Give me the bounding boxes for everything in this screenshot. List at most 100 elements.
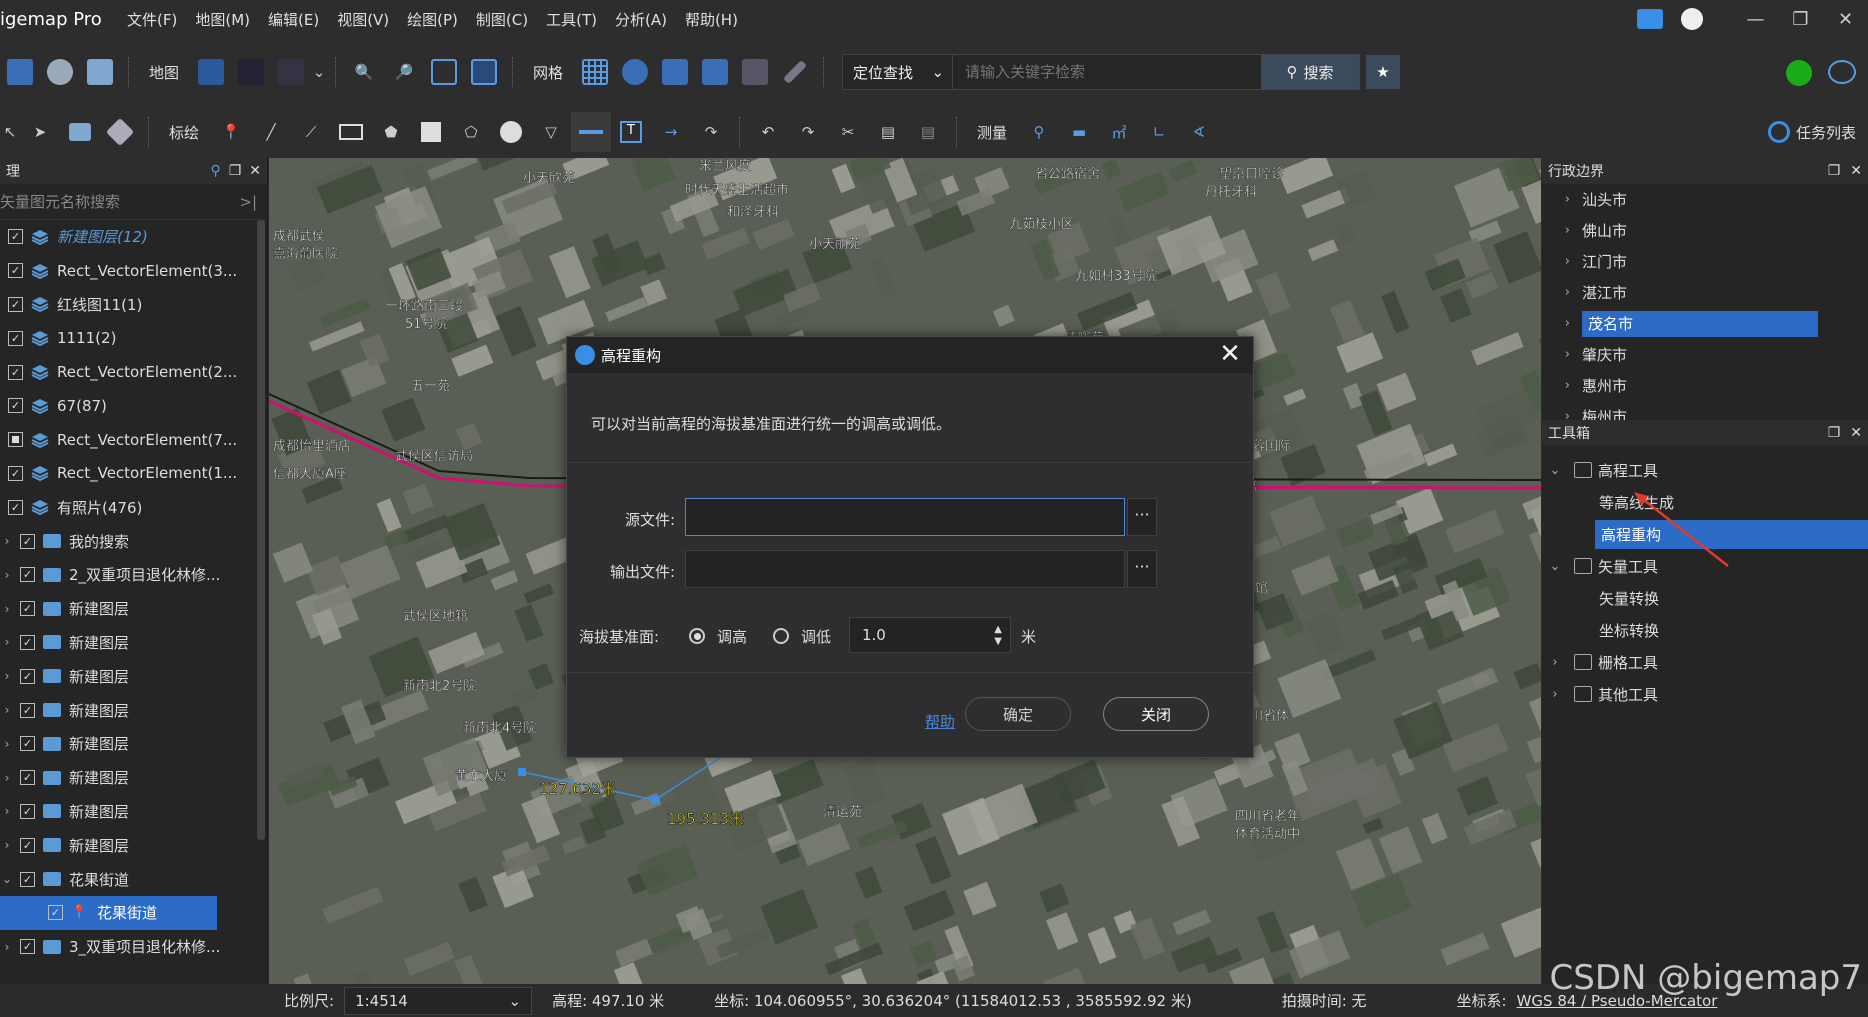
map-poi-label[interactable]: 新南北2号院 — [403, 678, 477, 694]
measure-distance-icon[interactable]: ▬ — [1059, 112, 1099, 152]
chevron-right-icon[interactable]: › — [1542, 655, 1568, 670]
chevron-right-icon[interactable]: › — [0, 534, 14, 548]
layer-tree-row[interactable]: › ✓ 新建图层 — [0, 795, 267, 829]
layer-checkbox[interactable]: ✓ — [20, 601, 35, 617]
layer-checkbox[interactable]: ✓ — [8, 330, 23, 346]
layer-tree-row[interactable]: ✓ 新建图层(12) — [0, 220, 267, 254]
cut-icon[interactable]: ✂ — [828, 112, 868, 152]
source-browse-button[interactable]: ··· — [1127, 498, 1157, 536]
map-poi-label[interactable]: 望京口腔诊 — [1219, 166, 1284, 182]
curve-arrow-icon[interactable]: ↷ — [691, 112, 731, 152]
menu-item[interactable]: 地图(M) — [186, 9, 259, 30]
map-poi-label[interactable]: 武侯区地籍 — [403, 608, 468, 624]
polygon-icon[interactable]: ⬟ — [371, 112, 411, 152]
menu-item[interactable]: 文件(F) — [118, 9, 186, 30]
map-poi-label[interactable]: 米兰风度 — [699, 158, 751, 174]
ok-button[interactable]: 确定 — [965, 697, 1071, 731]
chevron-right-icon[interactable]: › — [0, 669, 14, 683]
layer-checkbox[interactable]: ✓ — [8, 296, 23, 312]
measure-angle-icon[interactable]: ∢ — [1179, 112, 1219, 152]
layer-scrollbar[interactable] — [257, 220, 265, 840]
tool-item[interactable]: 高程重构 — [1542, 518, 1868, 550]
layer-search-field[interactable]: 矢量图元名称搜索 >| — [0, 184, 267, 220]
full-extent-icon[interactable] — [464, 52, 504, 92]
chevron-down-icon[interactable]: ⌄ — [311, 52, 327, 92]
city-item[interactable]: › 茂名市 — [1542, 308, 1868, 339]
image-icon[interactable] — [80, 52, 120, 92]
search-input[interactable] — [953, 55, 1262, 89]
chevron-right-icon[interactable]: › — [1542, 378, 1582, 393]
layer-tree-row[interactable]: › ✓ 新建图层 — [0, 659, 267, 693]
layer-tree-row[interactable]: › ✓ 新建图层 — [0, 761, 267, 795]
square-icon[interactable] — [411, 112, 451, 152]
city-item[interactable]: › 梅州市 — [1542, 401, 1868, 420]
select-region-icon[interactable] — [60, 112, 100, 152]
close-panel-icon[interactable]: ✕ — [249, 163, 261, 179]
lower-radio[interactable] — [773, 628, 789, 644]
city-item[interactable]: › 惠州市 — [1542, 370, 1868, 401]
layer-tree-row[interactable]: ✓ 有照片(476) — [0, 490, 267, 524]
map-source3-icon[interactable] — [271, 52, 311, 92]
support-icon[interactable] — [1828, 60, 1856, 84]
chevron-right-icon[interactable]: › — [0, 602, 14, 616]
chevron-right-icon[interactable]: › — [0, 568, 14, 582]
fit-extent-icon[interactable] — [424, 52, 464, 92]
layer-checkbox[interactable]: ✓ — [8, 229, 23, 245]
message-icon[interactable] — [1637, 9, 1663, 29]
pentagon-icon[interactable]: ⬠ — [451, 112, 491, 152]
layer-tree-row[interactable]: › ✓ 新建图层 — [0, 727, 267, 761]
map-poi-label[interactable]: 时代天盛生活超市 — [685, 182, 789, 198]
measure-vertex[interactable] — [518, 768, 526, 776]
layer-checkbox[interactable]: ✓ — [20, 702, 35, 718]
chevron-down-icon[interactable]: ⌄ — [1542, 559, 1568, 574]
layer-checkbox[interactable]: ✓ — [20, 668, 35, 684]
source-file-input[interactable] — [685, 498, 1125, 536]
map-poi-label[interactable]: 四川省老年 — [1235, 809, 1300, 824]
map-poi-label[interactable]: 成都怡里酒店 — [273, 439, 351, 454]
city-item[interactable]: › 湛江市 — [1542, 277, 1868, 308]
task-list-button[interactable]: 任务列表 — [1767, 121, 1856, 143]
layer-tree-row[interactable]: › ✓ 新建图层 — [0, 828, 267, 862]
measure-height-icon[interactable]: ∟ — [1139, 112, 1179, 152]
layer-checkbox[interactable]: ✓ — [8, 465, 23, 481]
minimize-icon[interactable]: — — [1733, 9, 1778, 30]
chevron-down-icon[interactable]: ⌄ — [1542, 463, 1568, 478]
chevron-right-icon[interactable]: › — [1542, 409, 1582, 420]
measure-point-icon[interactable]: ⚲ — [1019, 112, 1059, 152]
measure-vertex[interactable] — [651, 796, 659, 804]
chevron-right-icon[interactable]: › — [0, 771, 14, 785]
map-poi-label[interactable]: 九茹枝小区 — [1009, 217, 1074, 232]
city-item[interactable]: › 肇庆市 — [1542, 339, 1868, 370]
menu-item[interactable]: 视图(V) — [328, 9, 398, 30]
menu-item[interactable]: 工具(T) — [537, 9, 606, 30]
map-poi-label[interactable]: 一环路南三段 — [385, 298, 463, 314]
layer-checkbox[interactable]: ✓ — [20, 736, 35, 752]
select-shape-icon[interactable] — [100, 112, 140, 152]
layer-checkbox[interactable]: ✓ — [8, 263, 23, 279]
locate-select[interactable]: 定位查找 ⌄ — [843, 55, 954, 89]
map-poi-label[interactable]: 和泽牙科 — [727, 205, 779, 220]
tool-item[interactable]: 坐标转换 — [1542, 614, 1868, 646]
folder-grid-icon[interactable] — [735, 52, 775, 92]
tool-group[interactable]: › 栅格工具 — [1542, 646, 1868, 678]
float-panel-icon[interactable]: ❐ — [1828, 163, 1841, 179]
map-poi-label[interactable]: 武侯区信访局 — [395, 449, 473, 464]
output-file-input[interactable] — [685, 550, 1125, 588]
layer-tree-row[interactable]: › ✓ 新建图层 — [0, 592, 267, 626]
rectangle-icon[interactable] — [331, 112, 371, 152]
lnglat-grid-icon[interactable] — [615, 52, 655, 92]
layer-tree-row[interactable]: ✓ 67(87) — [0, 389, 267, 423]
save-icon[interactable] — [0, 52, 40, 92]
close-panel-icon[interactable]: ✕ — [1850, 163, 1862, 179]
user-avatar-icon[interactable] — [1681, 8, 1703, 30]
menu-item[interactable]: 分析(A) — [606, 9, 676, 30]
layer-tree-row[interactable]: ✓ 红线图11(1) — [0, 288, 267, 322]
chevron-right-icon[interactable]: › — [1542, 687, 1568, 702]
polyline-icon[interactable]: ⟋ — [291, 112, 331, 152]
chevron-right-icon[interactable]: › — [1542, 223, 1582, 238]
settings-icon[interactable] — [40, 52, 80, 92]
tool-group[interactable]: ⌄ 矢量工具 — [1542, 550, 1868, 582]
layer-checkbox[interactable] — [8, 432, 23, 448]
layer-checkbox[interactable]: ✓ — [20, 770, 35, 786]
layer-tree-row[interactable]: ✓ 1111(2) — [0, 321, 267, 355]
